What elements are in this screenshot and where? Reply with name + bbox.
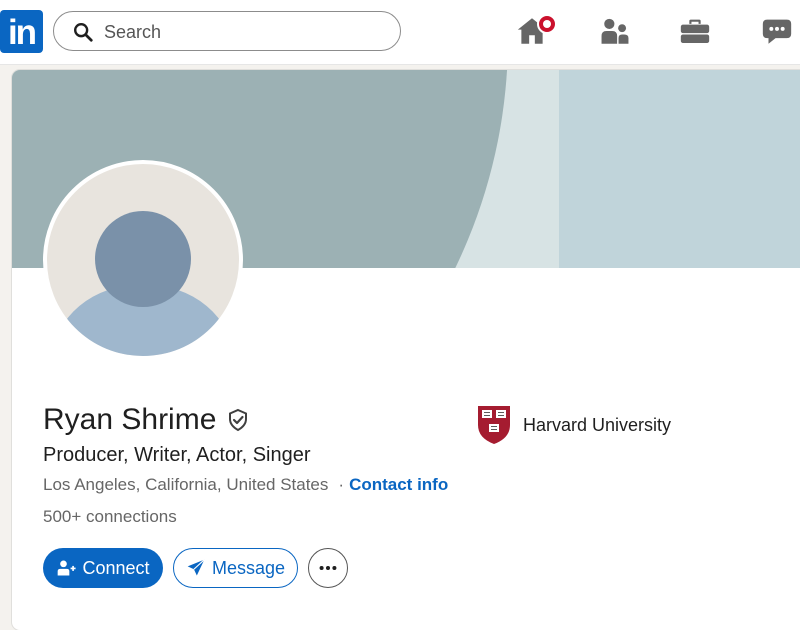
more-actions-button[interactable] — [308, 548, 348, 588]
education-name: Harvard University — [523, 414, 672, 435]
linkedin-logo[interactable]: in — [0, 10, 43, 53]
notification-badge — [537, 14, 557, 34]
my-network-icon[interactable] — [598, 14, 632, 48]
send-icon — [187, 559, 205, 576]
profile-headline: Producer, Writer, Actor, Singer — [43, 444, 311, 466]
profile-avatar[interactable] — [43, 160, 243, 360]
avatar-head-silhouette — [95, 211, 191, 307]
jobs-icon[interactable] — [678, 14, 712, 48]
search-box[interactable] — [53, 11, 401, 51]
education-item[interactable]: Harvard University — [477, 405, 671, 445]
separator-dot: · — [338, 475, 345, 494]
search-input[interactable] — [102, 19, 386, 45]
contact-info-link[interactable]: Contact info — [349, 475, 448, 494]
message-label: Message — [211, 557, 286, 578]
verified-shield-icon[interactable] — [226, 408, 250, 432]
connect-label: Connect — [82, 557, 150, 578]
add-person-icon — [58, 560, 77, 576]
profile-name: Ryan Shrime — [43, 403, 217, 436]
location-row: Los Angeles, California, United States · C… — [43, 475, 448, 495]
top-navigation: in — [0, 0, 800, 65]
name-row: Ryan Shrime — [43, 400, 250, 440]
profile-card: Ryan Shrime Producer, Writer, Actor, Sin… — [12, 70, 800, 630]
message-button[interactable]: Message — [173, 548, 298, 588]
messaging-icon[interactable] — [760, 14, 794, 48]
profile-actions: Connect Message — [43, 548, 348, 588]
connections-count[interactable]: 500+ connections — [43, 507, 177, 527]
profile-location: Los Angeles, California, United States — [43, 475, 329, 494]
search-icon — [74, 23, 93, 42]
connect-button[interactable]: Connect — [43, 548, 163, 588]
harvard-shield-logo — [478, 406, 510, 444]
more-horizontal-icon — [319, 565, 337, 571]
